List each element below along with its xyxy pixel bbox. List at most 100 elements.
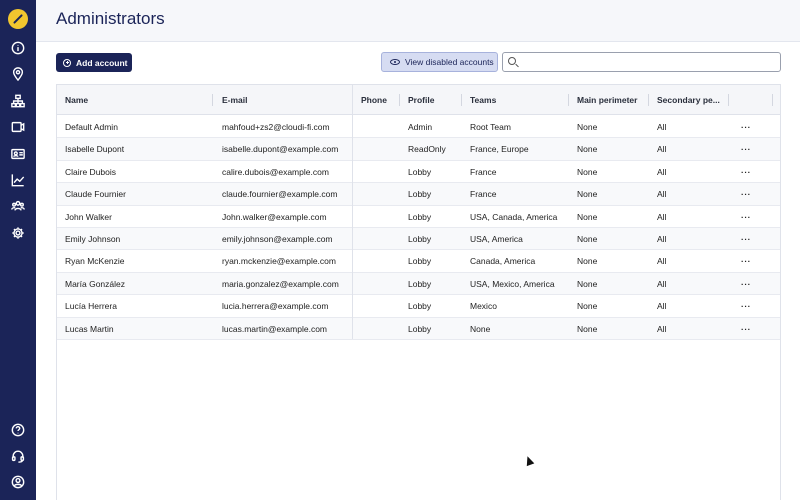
cell-email: John.walker@example.com [222,211,327,222]
cell-phone [353,273,399,295]
row-actions-button[interactable]: ··· [733,250,763,272]
column-divider [352,85,353,339]
row-actions-button[interactable]: ··· [733,273,763,295]
add-account-button[interactable]: Add account [56,53,132,72]
table-row[interactable]: Isabelle Dupont isabelle.dupont@example.c… [57,138,780,161]
cell-profile: Lobby [408,301,432,312]
cell-secondary-perimeter: All [657,122,667,132]
cell-profile: Admin [408,122,433,132]
cell-secondary-perimeter: All [657,144,667,155]
row-actions-button[interactable]: ··· [733,116,763,138]
cell-main-perimeter: None [577,234,598,244]
cell-profile: Lobby [408,278,432,289]
row-actions-button[interactable]: ··· [733,138,763,160]
search-input[interactable] [502,52,781,72]
cell-email: isabelle.dupont@example.com [222,144,339,155]
column-separator[interactable] [212,94,213,106]
id-card-icon[interactable] [10,146,26,162]
row-actions-button[interactable]: ··· [733,318,763,340]
administrators-table: Name E-mail Phone Profile Teams Main per… [56,84,781,500]
cell-secondary-perimeter: All [657,256,667,267]
help-icon[interactable] [10,422,26,438]
header: Administrators [36,0,800,42]
add-icon [63,58,71,67]
info-icon[interactable] [10,40,26,56]
display-icon[interactable] [10,119,26,135]
cell-secondary-perimeter: All [657,278,667,289]
cell-email: calire.dubois@example.com [222,166,329,177]
cell-phone [353,318,399,340]
gear-icon[interactable] [10,225,26,241]
cell-main-perimeter: None [577,211,598,222]
table-header: Name E-mail Phone Profile Teams Main per… [57,85,780,115]
cell-phone [353,295,399,317]
network-icon[interactable] [10,93,26,109]
cell-name: Default Admin [65,122,118,132]
cell-phone [353,138,399,160]
cell-phone [353,183,399,205]
table-row[interactable]: Claire Dubois calire.dubois@example.com Lo… [57,161,780,184]
table-row[interactable]: María González maria.gonzalez@example.com… [57,272,780,296]
row-actions-button[interactable]: ··· [733,295,763,317]
column-header-name[interactable]: Name [57,85,212,115]
cell-name: Lucía Herrera [65,301,117,312]
view-disabled-accounts-button[interactable]: View disabled accounts [381,52,498,72]
location-pin-icon[interactable] [10,66,26,82]
cell-secondary-perimeter: All [657,234,667,244]
table-row[interactable]: Claude Fournier claude.fournier@example.c… [57,183,780,206]
table-row[interactable]: Default Admin mahfoud+zs2@cloudi-fi.com Ad… [57,116,780,139]
column-header-phone[interactable]: Phone [353,85,399,115]
cell-teams: France, Europe [470,144,529,155]
cell-email: claude.fournier@example.com [222,189,338,200]
row-actions-button[interactable]: ··· [733,228,763,250]
cell-main-perimeter: None [577,256,598,267]
cell-name: Lucas Martin [65,323,114,334]
cell-phone [353,206,399,228]
row-actions-button[interactable]: ··· [733,161,763,183]
cell-name: Claude Fournier [65,189,126,200]
sidebar [0,0,36,500]
table-row[interactable]: Ryan McKenzie ryan.mckenzie@example.com Lo… [57,250,780,273]
cell-name: Ryan McKenzie [65,256,125,267]
table-row[interactable]: Emily Johnson emily.johnson@example.com Lo… [57,228,780,251]
user-profile-icon[interactable] [10,474,26,490]
chart-icon[interactable] [10,172,26,188]
cell-secondary-perimeter: All [657,211,667,222]
cell-email: maria.gonzalez@example.com [222,278,339,289]
table-body: Default Admin mahfoud+zs2@cloudi-fi.com Ad… [57,116,780,346]
cell-profile: Lobby [408,323,432,334]
users-icon[interactable] [10,198,26,214]
cell-teams: USA, Canada, America [470,211,558,222]
column-header-main-perimeter[interactable]: Main perimeter [569,85,648,115]
cell-teams: None [470,323,491,334]
column-header-actions [729,85,772,115]
cell-name: John Walker [65,211,112,222]
headset-icon[interactable] [10,448,26,464]
table-row[interactable]: Lucas Martin lucas.martin@example.com Lobb… [57,317,780,340]
cell-teams: Canada, America [470,256,536,267]
column-header-profile[interactable]: Profile [400,85,460,115]
column-header-secondary-perimeter[interactable]: Secondary pe... [649,85,728,115]
app-logo[interactable] [8,9,28,29]
column-header-teams[interactable]: Teams [462,85,568,115]
cell-email: mahfoud+zs2@cloudi-fi.com [222,122,330,132]
eye-icon [390,59,400,65]
table-row[interactable]: John Walker John.walker@example.com Lobby U… [57,206,780,228]
cell-main-perimeter: None [577,122,598,132]
cell-email: emily.johnson@example.com [222,234,333,244]
cell-phone [353,116,399,138]
row-actions-button[interactable]: ··· [733,183,763,205]
cell-main-perimeter: None [577,278,598,289]
cell-email: lucia.herrera@example.com [222,301,329,312]
cell-profile: Lobby [408,256,432,267]
row-actions-button[interactable]: ··· [733,206,763,228]
column-header-email[interactable]: E-mail [214,85,352,115]
cell-main-perimeter: None [577,166,598,177]
cell-teams: France [470,166,497,177]
cell-teams: Mexico [470,301,497,312]
cell-main-perimeter: None [577,144,598,155]
cell-name: Emily Johnson [65,234,121,244]
table-row[interactable]: Lucía Herrera lucia.herrera@example.com Lo… [57,295,780,318]
column-separator[interactable] [772,94,773,106]
cell-name: Isabelle Dupont [65,144,125,155]
